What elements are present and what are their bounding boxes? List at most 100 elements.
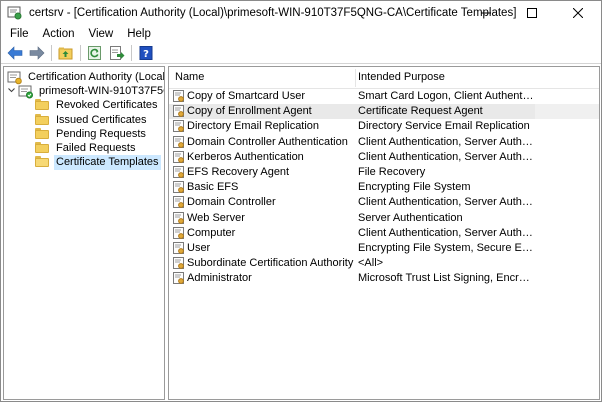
export-list-icon — [110, 46, 125, 60]
result-list[interactable]: Name Intended Purpose Copy of Smartcard … — [168, 66, 600, 400]
up-folder-icon — [58, 47, 73, 60]
toolbar: ? — [1, 43, 601, 64]
certificate-template-icon — [173, 272, 185, 285]
cell-intended-purpose: Microsoft Trust List Signing, Encrypting… — [358, 272, 535, 285]
console-tree[interactable]: Certification Authority (Local) primesof… — [3, 66, 165, 400]
cell-intended-purpose: Client Authentication, Server Authentica… — [358, 196, 535, 209]
title-bar[interactable]: certsrv - [Certification Authority (Loca… — [1, 1, 601, 25]
table-row[interactable]: Directory Email Replication Directory Ser… — [169, 119, 599, 134]
help-icon: ? — [139, 46, 153, 60]
table-row[interactable]: Domain Controller Client Authentication, … — [169, 195, 599, 210]
tree-item-failed-requests[interactable]: Failed Requests — [35, 141, 138, 156]
certificate-template-icon — [173, 257, 185, 270]
tree-item-revoked-certificates[interactable]: Revoked Certificates — [35, 98, 160, 113]
tree-label-failed: Failed Requests — [56, 142, 136, 154]
column-header-intended-purpose[interactable]: Intended Purpose — [358, 71, 445, 83]
cell-template-name: User — [187, 242, 211, 254]
column-header-name[interactable]: Name — [175, 71, 204, 83]
certificate-template-icon — [173, 242, 185, 255]
table-row[interactable]: Administrator Microsoft Trust List Signin… — [169, 271, 599, 286]
expand-chevron-icon[interactable] — [7, 86, 18, 98]
tree-item-certificate-templates[interactable]: Certificate Templates — [35, 155, 161, 170]
svg-text:?: ? — [143, 49, 149, 60]
tree-item-issued-certificates[interactable]: Issued Certificates — [35, 113, 148, 128]
export-list-button[interactable] — [106, 43, 128, 63]
forward-button[interactable] — [26, 43, 48, 63]
folder-icon — [35, 113, 51, 128]
close-icon — [573, 8, 583, 18]
cell-template-name: Computer — [187, 226, 236, 239]
menu-file[interactable]: File — [1, 26, 36, 43]
cell-template-name: Kerberos Authentication — [187, 150, 304, 163]
cell-template-name: EFS Recovery Agent — [187, 166, 290, 178]
certificate-template-icon — [173, 181, 185, 194]
cell-intended-purpose: Certificate Request Agent — [358, 105, 483, 118]
window-controls — [463, 1, 601, 25]
cell-intended-purpose: Client Authentication, Server Authentica… — [358, 226, 535, 239]
tree-item-root[interactable]: Certification Authority (Local) — [7, 70, 165, 85]
menu-action[interactable]: Action — [36, 26, 82, 43]
cell-template-name: Domain Controller — [187, 196, 276, 209]
back-button[interactable] — [4, 43, 26, 63]
folder-icon — [35, 141, 51, 156]
tree-label-ca: primesoft-WIN-910T37F5QNG — [39, 85, 164, 97]
table-row[interactable]: EFS Recovery Agent File Recovery — [169, 165, 599, 180]
table-row[interactable]: Copy of Smartcard User Smart Card Logon, … — [169, 89, 599, 104]
refresh-button[interactable] — [84, 43, 106, 63]
table-row[interactable]: Kerberos Authentication Client Authentica… — [169, 150, 599, 165]
certificate-template-icon — [173, 135, 185, 149]
cell-intended-purpose: <All> — [358, 257, 384, 270]
cell-intended-purpose: Encrypting File System, Secure Email, Cl… — [358, 242, 535, 254]
certificate-template-icon — [173, 196, 185, 209]
table-row[interactable]: User Encrypting File System, Secure Email… — [169, 241, 599, 256]
table-row[interactable]: Basic EFS Encrypting File System — [169, 180, 599, 195]
tree-label-revoked: Revoked Certificates — [56, 99, 158, 111]
toolbar-separator — [80, 45, 81, 61]
certificate-template-icon — [173, 150, 185, 164]
menu-view[interactable]: View — [82, 26, 121, 43]
refresh-icon — [88, 46, 101, 60]
cell-intended-purpose: Smart Card Logon, Client Authentication,… — [358, 90, 535, 102]
minimize-icon — [481, 12, 491, 14]
cell-intended-purpose: File Recovery — [358, 166, 426, 178]
ca-server-icon — [18, 85, 34, 99]
tree-item-ca[interactable]: primesoft-WIN-910T37F5QNG — [7, 84, 164, 99]
table-row[interactable]: Domain Controller Authentication Client A… — [169, 135, 599, 150]
list-header: Name Intended Purpose — [169, 67, 599, 89]
open-folder-icon — [35, 155, 51, 170]
table-row[interactable]: Computer Client Authentication, Server Au… — [169, 226, 599, 241]
cell-template-name: Administrator — [187, 272, 252, 285]
certificate-template-icon — [173, 105, 185, 118]
cell-template-name: Copy of Smartcard User — [187, 90, 305, 102]
cell-intended-purpose: Client Authentication, Server Authentica… — [358, 135, 535, 148]
cell-template-name: Basic EFS — [187, 181, 239, 194]
tree-item-pending-requests[interactable]: Pending Requests — [35, 127, 148, 142]
table-row[interactable]: Copy of Enrollment Agent Certificate Requ… — [169, 104, 599, 120]
table-row[interactable]: Web Server Server Authentication — [169, 211, 599, 226]
cell-template-name: Web Server — [187, 211, 245, 224]
back-arrow-icon — [7, 46, 23, 60]
cell-template-name: Subordinate Certification Authority — [187, 257, 354, 270]
menu-help[interactable]: Help — [120, 26, 158, 43]
tree-label-issued: Issued Certificates — [56, 114, 147, 126]
menu-bar: File Action View Help — [1, 26, 601, 43]
certificate-template-icon — [173, 211, 185, 225]
tree-label-root: Certification Authority (Local) — [28, 71, 165, 83]
help-button[interactable]: ? — [135, 43, 157, 63]
mmc-window: certsrv - [Certification Authority (Loca… — [0, 0, 602, 402]
certsrv-app-icon — [7, 5, 23, 21]
certificate-authority-icon — [7, 71, 23, 85]
tree-label-templates: Certificate Templates — [54, 155, 161, 170]
minimize-button[interactable] — [463, 1, 509, 25]
table-row[interactable]: Subordinate Certification Authority <All> — [169, 256, 599, 271]
certificate-template-icon — [173, 120, 185, 133]
folder-icon — [35, 98, 51, 113]
up-one-level-button[interactable] — [55, 43, 77, 63]
maximize-button[interactable] — [509, 1, 555, 25]
certificate-template-icon — [173, 226, 185, 240]
folder-icon — [35, 127, 51, 142]
cell-template-name: Copy of Enrollment Agent — [187, 105, 312, 118]
toolbar-separator — [51, 45, 52, 61]
close-button[interactable] — [555, 1, 601, 25]
column-resize-handle[interactable] — [355, 69, 356, 87]
